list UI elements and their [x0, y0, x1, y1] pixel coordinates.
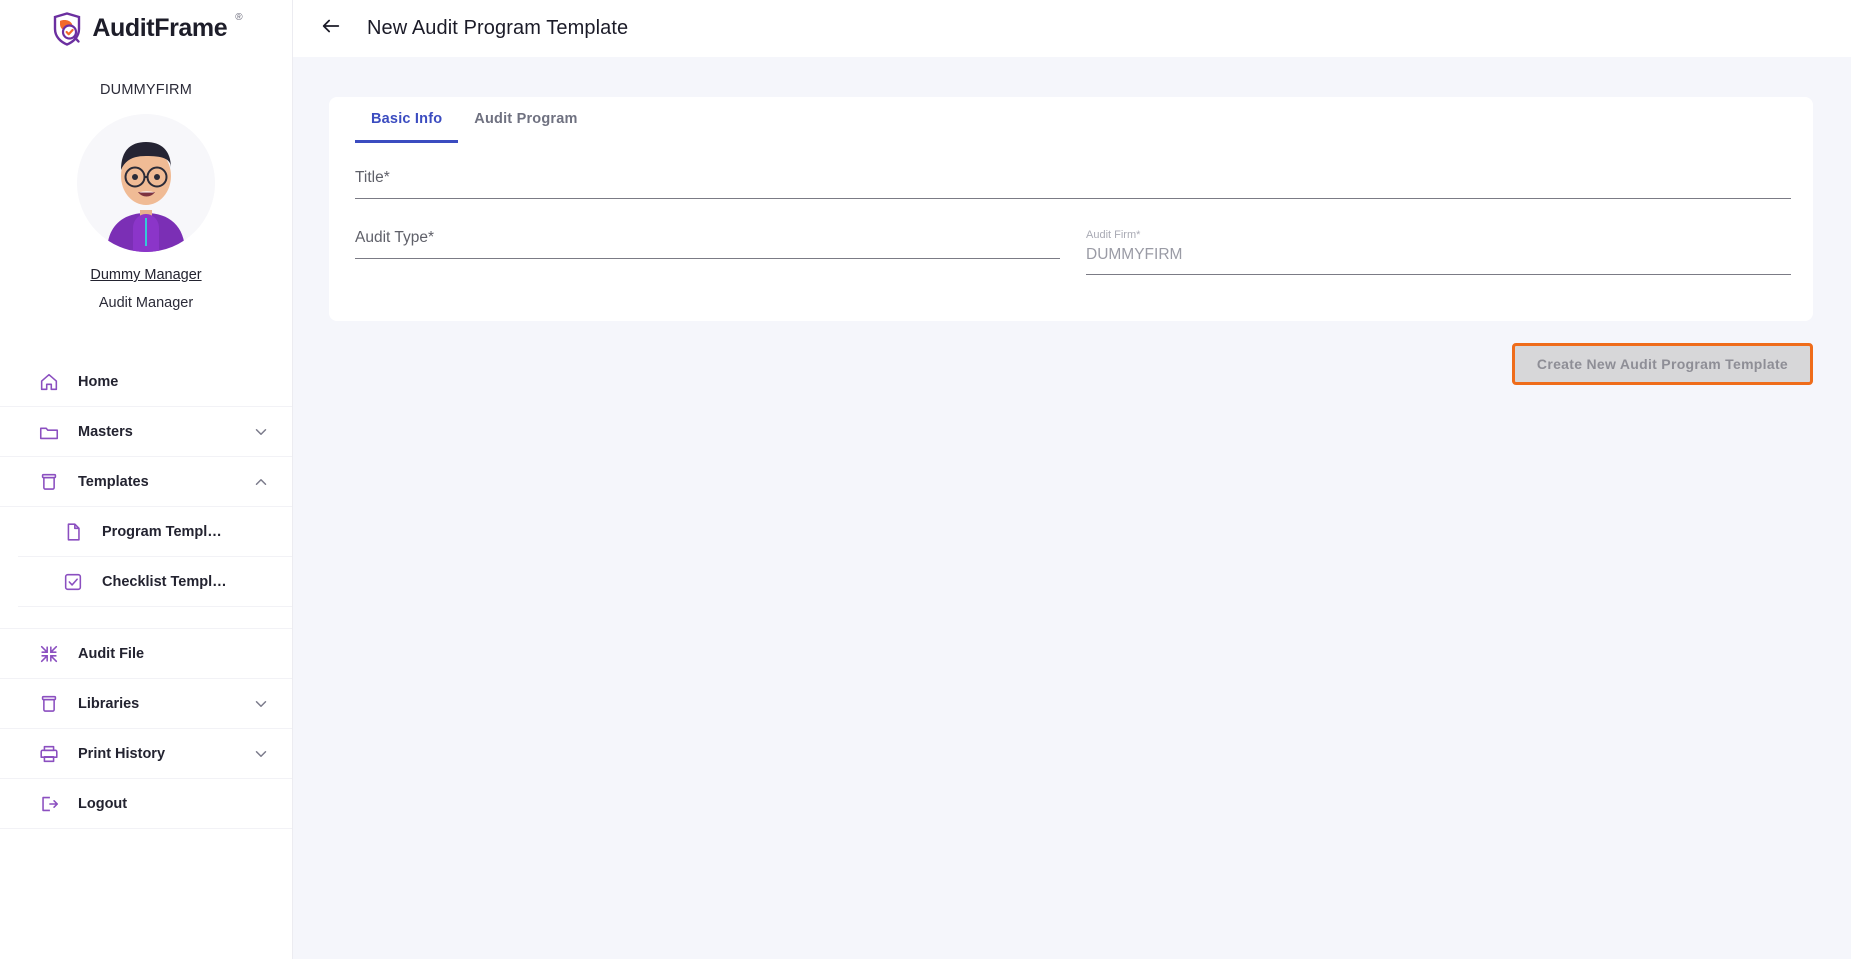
audit-firm-value: DUMMYFIRM	[1086, 246, 1183, 263]
sidebar-item-label: Checklist Templ…	[102, 573, 227, 590]
folder-icon	[36, 419, 62, 445]
sidebar-item-label: Print History	[78, 745, 166, 762]
archive-icon	[36, 469, 62, 495]
chevron-up-icon[interactable]	[252, 473, 270, 491]
user-role: Audit Manager	[98, 295, 194, 311]
title-field-group: Title*	[355, 169, 1791, 199]
user-name-link[interactable]: Dummy Manager	[0, 267, 292, 283]
audit-type-select[interactable]	[355, 258, 1060, 259]
sidebar-item-print-history[interactable]: Print History	[0, 729, 292, 779]
sidebar-item-checklist-templates[interactable]: Checklist Templ…	[18, 557, 292, 607]
sidebar-item-program-templates[interactable]: Program Templ…	[18, 507, 292, 557]
topbar: New Audit Program Template	[293, 0, 1851, 57]
audit-firm-field-group: Audit Firm* DUMMYFIRM	[1086, 229, 1791, 275]
form-card: Basic Info Audit Program Title* Audit Ty…	[329, 97, 1813, 321]
form-actions: Create New Audit Program Template	[329, 343, 1813, 385]
sidebar-item-label: Logout	[78, 795, 128, 812]
tab-audit-program[interactable]: Audit Program	[458, 97, 593, 143]
title-input[interactable]	[355, 198, 1791, 199]
chevron-down-icon[interactable]	[252, 423, 270, 441]
basic-info-form: Title* Audit Type* Audit Firm* DUMMYFIRM	[329, 143, 1813, 275]
sidebar-item-templates[interactable]: Templates	[0, 457, 292, 507]
sidebar-item-label: Masters	[78, 423, 133, 440]
brand-logo[interactable]: AuditFrame ®	[0, 0, 292, 58]
firm-name: DUMMYFIRM	[99, 82, 192, 98]
home-icon	[36, 369, 62, 395]
field-row: Audit Type* Audit Firm* DUMMYFIRM	[355, 229, 1791, 275]
create-audit-program-template-button[interactable]: Create New Audit Program Template	[1511, 343, 1813, 385]
tab-basic-info[interactable]: Basic Info	[355, 97, 459, 143]
back-button[interactable]	[311, 9, 351, 49]
app-root: AuditFrame ® DUMMYFIRM Dummy Manager Aud…	[0, 0, 1851, 959]
chevron-down-icon[interactable]	[252, 695, 270, 713]
archive-icon	[36, 691, 62, 717]
collapse-icon	[36, 641, 62, 667]
audit-type-field-group: Audit Type*	[355, 229, 1060, 275]
avatar[interactable]	[77, 114, 215, 252]
tab-bar: Basic Info Audit Program	[329, 97, 1813, 143]
title-field-label: Title*	[355, 169, 390, 186]
main-area: New Audit Program Template Basic Info Au…	[293, 0, 1851, 959]
avatar-wrapper	[0, 114, 292, 252]
audit-type-field-label: Audit Type*	[355, 229, 434, 246]
sidebar-subnav-templates: Program Templ… Checklist Templ…	[0, 507, 292, 607]
document-icon	[60, 519, 86, 545]
sidebar-nav: Home Masters Templates Program Templ… Ch…	[0, 357, 292, 829]
audit-firm-field-label: Audit Firm*	[1086, 229, 1141, 241]
sidebar-item-masters[interactable]: Masters	[0, 407, 292, 457]
nav-divider	[0, 607, 292, 629]
content-area: Basic Info Audit Program Title* Audit Ty…	[293, 57, 1851, 959]
audit-firm-input	[1086, 274, 1791, 275]
sidebar-item-label: Program Templ…	[102, 523, 222, 540]
sidebar-item-label: Libraries	[78, 695, 140, 712]
chevron-down-icon[interactable]	[252, 745, 270, 763]
sidebar-item-audit-file[interactable]: Audit File	[0, 629, 292, 679]
page-title: New Audit Program Template	[367, 17, 629, 39]
sidebar-item-home[interactable]: Home	[0, 357, 292, 407]
sidebar-item-label: Home	[78, 373, 119, 390]
trademark-symbol: ®	[235, 11, 243, 23]
checkbox-icon	[60, 569, 86, 595]
shield-magnifier-icon	[49, 11, 85, 52]
brand-name: AuditFrame	[92, 13, 228, 42]
sidebar-item-label: Templates	[78, 473, 149, 490]
sidebar: AuditFrame ® DUMMYFIRM Dummy Manager Aud…	[0, 0, 293, 959]
arrow-left-icon	[320, 15, 342, 42]
printer-icon	[36, 741, 62, 767]
sidebar-item-logout[interactable]: Logout	[0, 779, 292, 829]
sidebar-item-label: Audit File	[78, 645, 145, 662]
logout-icon	[36, 791, 62, 817]
sidebar-item-libraries[interactable]: Libraries	[0, 679, 292, 729]
